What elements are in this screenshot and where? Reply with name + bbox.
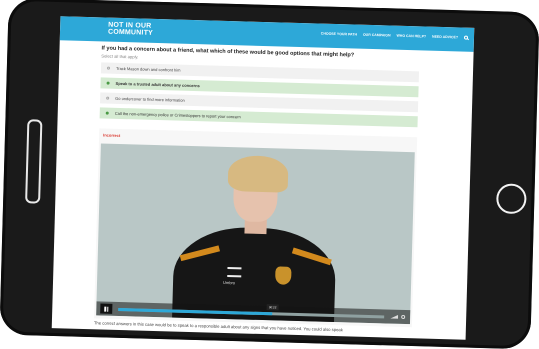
quiz-options: Track Mason down and confront him Speak … <box>99 62 420 131</box>
video-time-tooltip: 00:22 <box>266 303 279 310</box>
tablet-side-button <box>25 119 43 204</box>
video-player[interactable]: Umbro 00:22 <box>96 143 415 325</box>
option-label: Speak to a trusted adult about any conce… <box>115 80 200 89</box>
search-icon[interactable] <box>463 35 469 40</box>
logo-line2: COMMUNITY <box>107 28 154 37</box>
option-check-icon <box>105 111 109 115</box>
option-radio-icon <box>106 96 110 100</box>
tablet-screen: NOT IN OUR COMMUNITY CHOOSE YOUR PATH OU… <box>51 16 475 340</box>
option-check-icon <box>106 81 110 85</box>
nav-item-our-campaign[interactable]: OUR CAMPAIGN <box>363 33 391 38</box>
video-progress-bar[interactable]: 00:22 <box>118 303 385 318</box>
video-progress-fill <box>118 307 273 315</box>
settings-icon[interactable] <box>401 314 406 320</box>
shirt-brand-text: Umbro <box>222 279 236 286</box>
home-button-icon[interactable] <box>495 183 527 215</box>
nav-item-choose-path[interactable]: CHOOSE YOUR PATH <box>321 32 357 37</box>
feedback-status: Incorrect <box>103 132 121 138</box>
video-person-hair <box>227 155 289 193</box>
feedback-panel: Incorrect Umbro 00:22 <box>94 128 418 328</box>
nav-item-who-can-help[interactable]: WHO CAN HELP? <box>396 34 426 39</box>
option-label: Track Mason down and confront him <box>115 65 181 73</box>
site-logo[interactable]: NOT IN OUR COMMUNITY <box>108 22 160 37</box>
brand-logo-icon <box>227 267 242 278</box>
option-label: Call the non-emergency police or Crimest… <box>114 110 241 120</box>
option-label: Go undercover to find more information <box>115 95 185 103</box>
pause-icon[interactable] <box>100 303 113 314</box>
nav-menu: CHOOSE YOUR PATH OUR CAMPAIGN WHO CAN HE… <box>321 32 469 40</box>
volume-icon[interactable] <box>390 315 398 319</box>
nav-item-need-advice[interactable]: NEED ADVICE? <box>432 35 458 40</box>
quiz-instruction: Select all that apply. <box>101 53 139 60</box>
option-radio-icon <box>106 66 111 70</box>
